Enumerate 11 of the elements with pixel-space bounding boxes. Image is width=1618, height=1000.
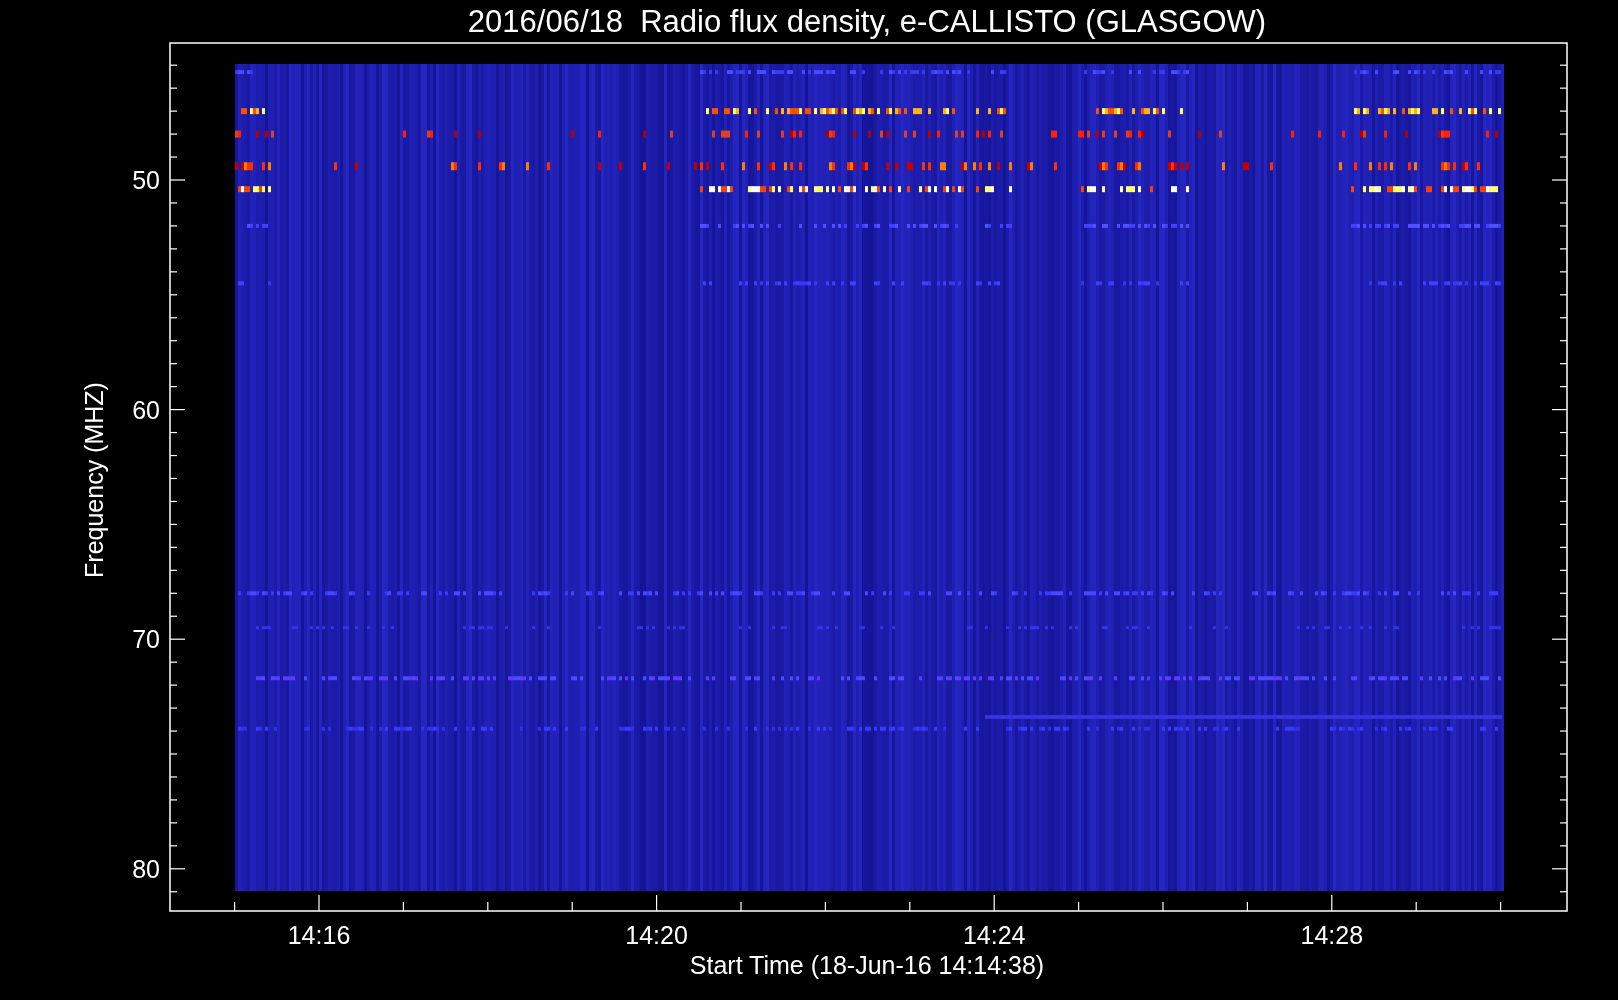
- y-tick-label: 60: [132, 395, 160, 424]
- chart-title: 2016/06/18 Radio flux density, e-CALLISTO (GLASGOW): [467, 4, 1267, 39]
- y-tick-label: 70: [132, 625, 160, 654]
- y-tick-label: 80: [132, 854, 160, 883]
- x-tick-label: 14:20: [625, 921, 688, 949]
- y-axis-label: Frequency (MHZ): [80, 382, 108, 578]
- x-tick-label: 14:28: [1300, 921, 1364, 949]
- y-tick-label: 50: [132, 166, 160, 194]
- x-axis-label: Start Time (18-Jun-16 14:14:38): [689, 951, 1045, 979]
- x-tick-label: 14:24: [962, 921, 1026, 949]
- x-tick-label: 14:16: [287, 921, 351, 949]
